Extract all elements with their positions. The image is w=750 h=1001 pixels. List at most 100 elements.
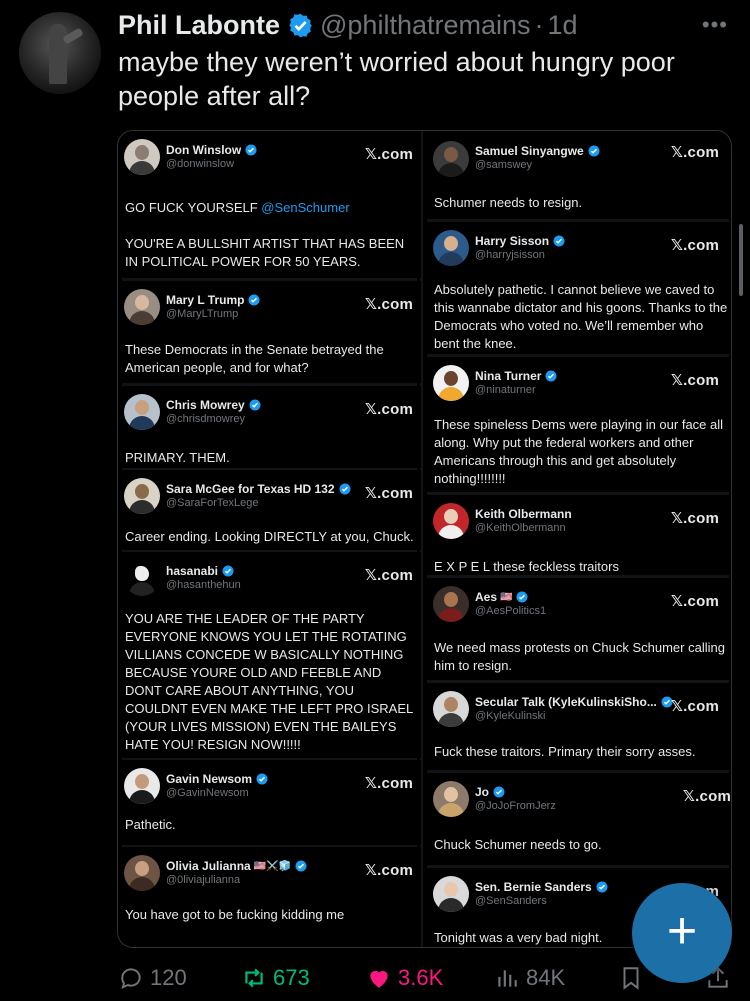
x-brand-label: 𝕏.com: [364, 146, 413, 163]
card-text: E X P E L these feckless traitors: [434, 559, 619, 574]
views-button[interactable]: 84K: [494, 965, 565, 991]
card-author-name: Keith Olbermann: [475, 507, 572, 521]
verified-badge-icon: [245, 144, 257, 156]
card-author-name: Aes: [475, 590, 498, 604]
verified-badge-icon: [222, 565, 234, 577]
avatar: [433, 141, 469, 177]
verified-badge-icon: [588, 145, 600, 157]
card-author-name: Nina Turner: [475, 369, 542, 383]
author-avatar[interactable]: [19, 12, 101, 94]
card-author-handle: @ninaturner: [475, 384, 536, 396]
avatar: [433, 503, 469, 539]
bookmark-icon: [623, 967, 639, 990]
post-media-image[interactable]: Don Winslow @donwinslow 𝕏.com GO FUCK YO…: [117, 130, 732, 948]
scrollbar-thumb[interactable]: [739, 224, 743, 296]
card-author-handle: @SaraForTexLege: [166, 497, 259, 509]
card-author-name: Chris Mowrey: [166, 398, 245, 412]
avatar: [124, 394, 160, 430]
x-brand-label: 𝕏.com: [364, 775, 413, 792]
card-text: YOU ARE THE LEADER OF THE PARTY EVERYONE…: [125, 611, 413, 752]
card-author-name: Gavin Newsom: [166, 772, 253, 786]
card-author-name: Samuel Sinyangwe: [475, 144, 584, 158]
like-button[interactable]: 3.6K: [366, 965, 443, 991]
avatar: [124, 478, 160, 514]
x-brand-label: 𝕏.com: [364, 567, 413, 584]
avatar: [124, 289, 160, 325]
separator-dot: ·: [534, 9, 544, 40]
verified-badge-icon: [493, 786, 505, 798]
verified-badge-icon: [596, 881, 608, 893]
card-author-handle: @KeithOlbermann: [475, 522, 566, 534]
verified-badge-icon: [545, 370, 557, 382]
x-brand-label: 𝕏.com: [670, 237, 719, 254]
post-header: Phil Labonte @philthatremains · 1d: [118, 8, 578, 42]
views-count: 84K: [526, 965, 566, 990]
card-text: You have got to be fucking kidding me: [125, 907, 345, 922]
card-text: Fuck these traitors. Primary their sorry…: [434, 744, 696, 759]
card-author-handle: @GavinNewsom: [166, 787, 249, 799]
author-handle[interactable]: @philthatremains: [320, 10, 531, 41]
verified-badge-icon: [516, 591, 528, 603]
avatar: [433, 876, 469, 912]
card-author-name: Jo: [475, 785, 490, 799]
x-brand-label: 𝕏.com: [670, 698, 719, 715]
verified-badge-icon: [289, 13, 312, 37]
more-options-icon[interactable]: •••: [702, 12, 728, 38]
embedded-tweet-card: Chris Mowrey @chrisdmowrey 𝕏.com PRIMARY…: [118, 386, 421, 468]
embedded-tweet-card: Sara McGee for Texas HD 132 @SaraForTexL…: [118, 470, 421, 550]
author-name[interactable]: Phil Labonte: [118, 10, 280, 41]
card-author-name: Secular Talk (KyleKulinskiSho...: [475, 695, 657, 709]
card-author-handle: @donwinslow: [166, 158, 235, 170]
card-author-handle: @SenSanders: [475, 895, 547, 907]
reply-count: 120: [150, 965, 187, 990]
repost-button[interactable]: 673: [241, 965, 310, 991]
verified-badge-icon: [295, 860, 307, 872]
avatar: [433, 230, 469, 266]
embedded-tweet-card: Aes 🇺🇸 @AesPolitics1 𝕏.com We need mass p…: [427, 578, 731, 680]
avatar: [433, 586, 469, 622]
avatar: [433, 781, 469, 817]
embedded-tweet-card: hasanabi @hasanthehun 𝕏.com YOU ARE THE …: [118, 552, 421, 758]
verified-badge-icon: [248, 294, 260, 306]
reply-button[interactable]: 120: [118, 965, 187, 991]
repost-icon: [245, 968, 263, 988]
embedded-tweet-card: Olivia Julianna 🇺🇸⚔️🧊 @0liviajulianna 𝕏.c…: [118, 847, 421, 947]
reply-icon: [121, 968, 141, 989]
card-author-name: Don Winslow: [166, 143, 242, 157]
card-author-handle: @MaryLTrump: [166, 308, 239, 320]
card-author-handle: @chrisdmowrey: [166, 413, 246, 425]
card-text: Pathetic.: [125, 817, 176, 832]
plus-icon: +: [666, 902, 698, 960]
x-brand-label: 𝕏.com: [364, 862, 413, 879]
x-brand-label: 𝕏.com: [364, 401, 413, 418]
card-text: GO FUCK YOURSELF @SenSchumer: [125, 200, 350, 215]
avatar: [124, 855, 160, 891]
card-author-handle: @KyleKulinski: [475, 710, 546, 722]
views-icon: [498, 970, 517, 987]
card-author-name: Sen. Bernie Sanders: [475, 880, 592, 894]
repost-count: 673: [273, 965, 310, 990]
verified-badge-icon: [553, 235, 565, 247]
x-brand-label: 𝕏.com: [670, 144, 719, 161]
verified-badge-icon: [256, 773, 268, 785]
card-author-name: Sara McGee for Texas HD 132: [166, 482, 335, 496]
avatar: [124, 139, 160, 175]
mention-link: @SenSchumer: [261, 200, 350, 215]
verified-badge-icon: [249, 399, 261, 411]
card-author-handle: @JoJoFromJerz: [475, 800, 556, 812]
card-author-handle: @AesPolitics1: [475, 605, 547, 617]
x-brand-label: 𝕏.com: [364, 485, 413, 502]
card-author-handle: @hasanthehun: [166, 579, 241, 591]
bookmark-button[interactable]: [618, 965, 650, 991]
card-author-handle: @harryjsisson: [475, 249, 545, 261]
x-brand-label: 𝕏.com: [682, 788, 731, 805]
embedded-tweet-card: Mary L Trump @MaryLTrump 𝕏.com These Dem…: [118, 281, 421, 383]
card-text: We need mass protests on Chuck Schumer c…: [434, 640, 725, 673]
post-timestamp[interactable]: 1d: [548, 10, 578, 41]
avatar: [124, 560, 160, 596]
compose-post-button[interactable]: +: [632, 883, 732, 983]
x-brand-label: 𝕏.com: [364, 296, 413, 313]
card-text: Schumer needs to resign.: [434, 195, 583, 210]
card-author-name: Mary L Trump: [166, 293, 245, 307]
name-emoji: 🇺🇸: [500, 591, 513, 603]
